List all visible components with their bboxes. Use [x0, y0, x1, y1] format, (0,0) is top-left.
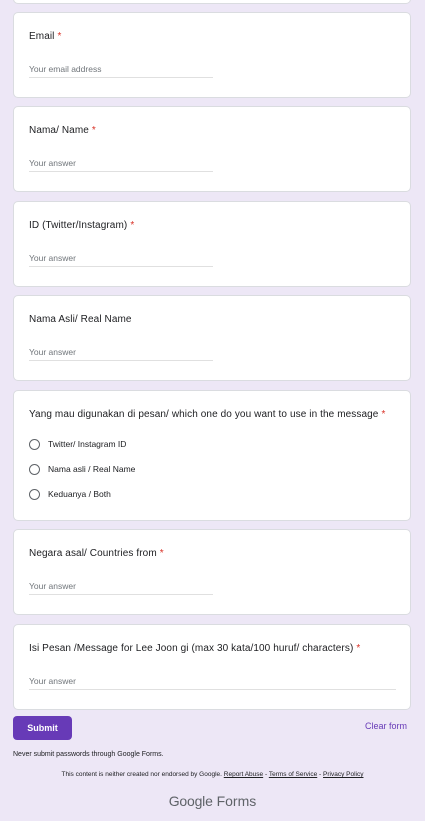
required-mark: * — [57, 31, 62, 42]
question-label: Yang mau digunakan di pesan/ which one d… — [29, 409, 379, 420]
question-label: Isi Pesan /Message for Lee Joon gi (max … — [29, 643, 354, 654]
radio-option-label: Nama asli / Real Name — [48, 464, 136, 474]
question-card-email: Email * — [13, 12, 411, 98]
clear-form-link[interactable]: Clear form — [365, 721, 407, 731]
submit-button[interactable]: Submit — [13, 716, 72, 740]
radio-button[interactable] — [29, 488, 40, 500]
required-mark: * — [381, 409, 386, 420]
question-title-name-choice: Yang mau digunakan di pesan/ which one d… — [29, 409, 385, 420]
question-card-country: Negara asal/ Countries from * — [13, 529, 411, 615]
radio-option-label: Keduanya / Both — [48, 489, 111, 499]
email-input[interactable] — [29, 61, 213, 78]
question-card-name: Nama/ Name * — [13, 106, 411, 192]
radio-option-label: Twitter/ Instagram ID — [48, 439, 127, 449]
question-label: ID (Twitter/Instagram) — [29, 220, 128, 231]
previous-card-edge — [13, 0, 411, 4]
question-title-country: Negara asal/ Countries from * — [29, 548, 164, 559]
required-mark: * — [159, 548, 164, 559]
question-card-id: ID (Twitter/Instagram) * — [13, 201, 411, 287]
country-input[interactable] — [29, 578, 213, 595]
question-label: Nama Asli/ Real Name — [29, 314, 132, 325]
question-card-name-choice: Yang mau digunakan di pesan/ which one d… — [13, 390, 411, 521]
password-warning: Never submit passwords through Google Fo… — [13, 751, 164, 758]
radio-option-real-name[interactable]: Nama asli / Real Name — [29, 462, 135, 476]
id-input[interactable] — [29, 250, 213, 267]
required-mark: * — [356, 643, 361, 654]
terms-of-service-link[interactable]: Terms of Service — [269, 771, 317, 778]
required-mark: * — [130, 220, 135, 231]
question-label: Nama/ Name — [29, 125, 89, 136]
question-title-id: ID (Twitter/Instagram) * — [29, 220, 134, 231]
question-card-real-name: Nama Asli/ Real Name — [13, 295, 411, 381]
real-name-input[interactable] — [29, 344, 213, 361]
radio-button[interactable] — [29, 463, 40, 475]
privacy-policy-link[interactable]: Privacy Policy — [323, 771, 363, 778]
radio-option-twitter-instagram-id[interactable]: Twitter/ Instagram ID — [29, 437, 126, 451]
question-label: Negara asal/ Countries from — [29, 548, 157, 559]
logo-google-text: Google — [168, 793, 213, 809]
question-card-message: Isi Pesan /Message for Lee Joon gi (max … — [13, 624, 411, 710]
name-input[interactable] — [29, 155, 213, 172]
question-title-name: Nama/ Name * — [29, 125, 96, 136]
question-title-message: Isi Pesan /Message for Lee Joon gi (max … — [29, 643, 360, 654]
radio-button[interactable] — [29, 438, 40, 450]
question-title-email: Email * — [29, 31, 62, 42]
disclaimer: This content is neither created nor endo… — [0, 771, 425, 778]
question-label: Email — [29, 31, 55, 42]
logo-forms-text: Forms — [216, 793, 257, 809]
report-abuse-link[interactable]: Report Abuse — [224, 771, 263, 778]
radio-option-both[interactable]: Keduanya / Both — [29, 487, 111, 501]
google-forms-logo[interactable]: Google Forms — [0, 793, 425, 809]
message-input[interactable] — [29, 673, 396, 690]
disclaimer-text: This content is neither created nor endo… — [61, 771, 222, 778]
question-title-real-name: Nama Asli/ Real Name — [29, 314, 132, 325]
required-mark: * — [91, 125, 96, 136]
